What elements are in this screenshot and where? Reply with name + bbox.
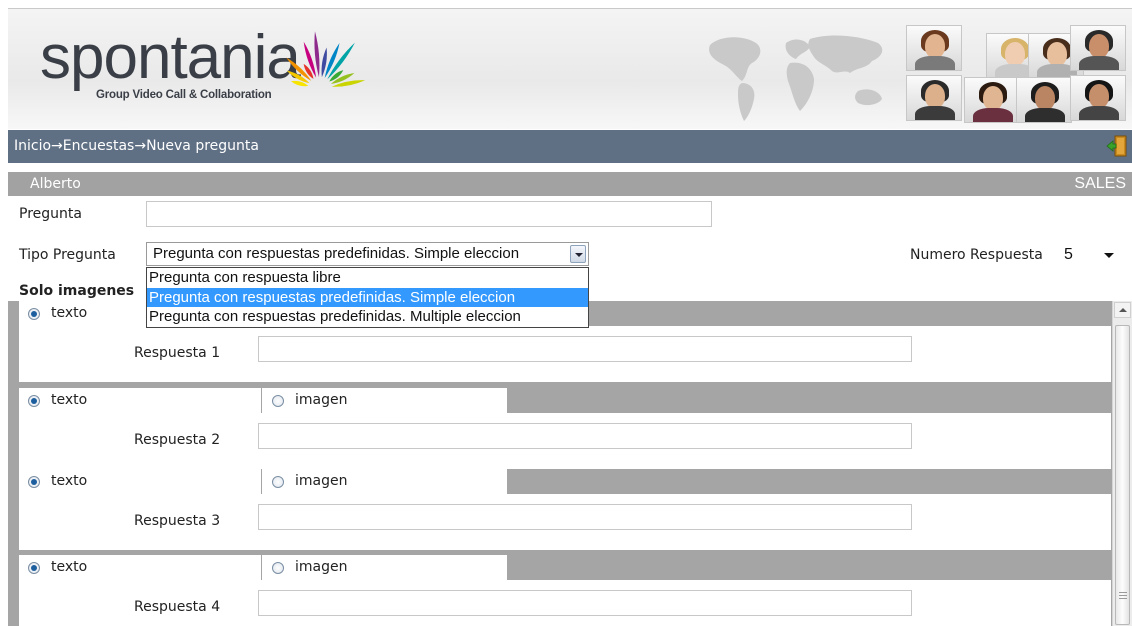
text-radio-label[interactable]: texto: [51, 473, 87, 489]
dropdown-option[interactable]: Pregunta con respuestas predefinidas. Si…: [147, 287, 588, 308]
divider: [261, 388, 262, 413]
answer-body: Respuesta 2: [19, 413, 1111, 469]
chevron-down-icon[interactable]: [570, 245, 586, 263]
question-label: Pregunta: [19, 206, 82, 222]
divider: [261, 555, 262, 580]
exit-door-icon[interactable]: [1106, 135, 1128, 157]
divider: [261, 469, 262, 494]
question-type-select[interactable]: Pregunta con respuestas predefinidas. Si…: [146, 242, 589, 266]
image-radio[interactable]: [272, 562, 284, 574]
num-answers-select[interactable]: 5: [1064, 243, 1120, 267]
question-type-dropdown-list[interactable]: Pregunta con respuesta libre Pregunta con…: [146, 267, 589, 328]
participant-avatar: [906, 25, 962, 71]
answer-body: Respuesta 4: [19, 580, 1111, 626]
image-radio[interactable]: [272, 476, 284, 488]
answer-body: Respuesta 3: [19, 494, 1111, 550]
answers-panel: texto imagen Respuesta 1 texto imagen Respues…: [8, 301, 1132, 626]
scroll-up-arrow-icon[interactable]: [1114, 302, 1131, 318]
question-input[interactable]: [146, 201, 712, 227]
answer-type-strip: texto imagen: [19, 469, 507, 494]
scroll-grip-icon: [1119, 592, 1127, 601]
num-answers-value: 5: [1064, 246, 1073, 263]
answer-label: Respuesta 2: [134, 432, 221, 448]
text-radio[interactable]: [28, 395, 40, 407]
vertical-scrollbar[interactable]: [1112, 301, 1132, 626]
answer-label: Respuesta 4: [134, 599, 221, 615]
logo-petal: [314, 31, 320, 78]
avatar-collage: [904, 19, 1126, 123]
text-radio[interactable]: [28, 308, 40, 320]
user-bar: Alberto SALES: [8, 172, 1132, 196]
answer-input[interactable]: [258, 504, 912, 530]
answer-block: texto imagen Respuesta 2: [19, 388, 1111, 469]
participant-avatar: [1070, 25, 1126, 71]
image-radio-label[interactable]: imagen: [295, 559, 347, 575]
text-radio-label[interactable]: texto: [51, 392, 87, 408]
participant-avatar: [964, 77, 1020, 123]
breadcrumb[interactable]: Inicio→Encuestas→Nueva pregunta: [14, 138, 259, 154]
text-radio-label[interactable]: texto: [51, 559, 87, 575]
question-type-label: Tipo Pregunta: [19, 247, 116, 263]
text-radio[interactable]: [28, 562, 40, 574]
answer-block: texto imagen Respuesta 4: [19, 555, 1111, 626]
answer-type-strip: texto imagen: [19, 388, 507, 413]
scroll-thumb[interactable]: [1115, 325, 1130, 625]
answer-body: Respuesta 1: [19, 326, 1111, 382]
dropdown-option[interactable]: Pregunta con respuesta libre: [147, 268, 588, 288]
participant-avatar: [1070, 75, 1126, 121]
image-radio-label[interactable]: imagen: [295, 473, 347, 489]
image-radio-label[interactable]: imagen: [295, 392, 347, 408]
text-radio-label[interactable]: texto: [51, 305, 87, 321]
answer-block: texto imagen Respuesta 3: [19, 469, 1111, 550]
dropdown-option[interactable]: Pregunta con respuestas predefinidas. Mu…: [147, 307, 588, 327]
company-name: SALES: [1074, 175, 1126, 192]
chevron-down-icon[interactable]: [1104, 253, 1114, 258]
images-only-label: Solo imagenes: [19, 283, 135, 299]
question-type-selected-value: Pregunta con respuestas predefinidas. Si…: [153, 245, 520, 262]
answer-label: Respuesta 3: [134, 513, 221, 529]
num-answers-label: Numero Respuesta: [910, 247, 1043, 263]
logo-burst-icon: [286, 31, 366, 87]
world-map-image: [709, 35, 883, 121]
answer-label: Respuesta 1: [134, 345, 221, 361]
participant-avatar: [906, 75, 962, 121]
answer-input[interactable]: [258, 336, 912, 362]
answer-input[interactable]: [258, 423, 912, 449]
answer-type-strip: texto imagen: [19, 555, 507, 580]
logo-wordmark: spontania: [40, 23, 301, 92]
breadcrumb-bar: Inicio→Encuestas→Nueva pregunta: [8, 130, 1132, 163]
answer-input[interactable]: [258, 590, 912, 616]
image-radio[interactable]: [272, 395, 284, 407]
logo-tagline: Group Video Call & Collaboration: [96, 89, 272, 101]
user-name: Alberto: [30, 176, 81, 192]
text-radio[interactable]: [28, 476, 40, 488]
app-header: spontania Group Video Call & Collaborati…: [8, 8, 1132, 129]
participant-avatar: [1016, 77, 1072, 123]
